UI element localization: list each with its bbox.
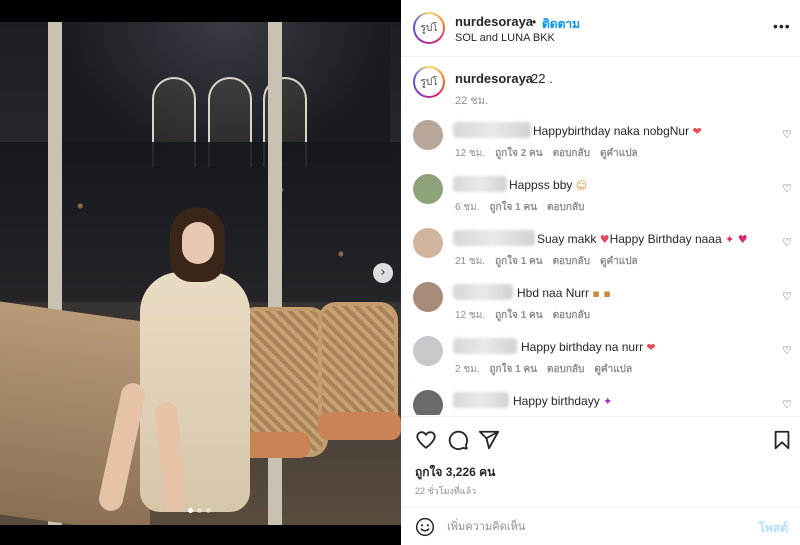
commenter-username-blurred[interactable] [453, 338, 517, 354]
save-bookmark-icon[interactable] [771, 429, 793, 451]
comment-text: Happybirthday naka nobgNur ❤ [533, 124, 702, 138]
post-photo-panel: › [0, 0, 401, 545]
photo-woman-face [182, 222, 214, 264]
like-heart-icon[interactable] [415, 429, 437, 451]
translate-button[interactable]: ดูคำแปล [594, 362, 632, 377]
more-options-icon[interactable]: ••• [773, 18, 791, 34]
reply-button[interactable]: ตอบกลับ [547, 362, 584, 377]
comment-like-heart-icon[interactable]: ♡ [782, 128, 792, 141]
comment-time[interactable]: 6 ชม. [455, 200, 480, 215]
caption-username[interactable]: nurdesoraya [455, 71, 533, 86]
author-username[interactable]: nurdesoraya [455, 14, 533, 29]
heart-emoji-icon: ❤ [646, 341, 656, 354]
comment-meta: 12 ชม. ถูกใจ 2 คน ตอบกลับ ดูคำแปล [455, 146, 638, 161]
comment-item: Happy birthdayy ✦ ♡ [401, 384, 800, 415]
commenter-avatar[interactable] [413, 228, 443, 258]
carousel-dot-active [188, 508, 193, 513]
comment-time[interactable]: 12 ชม. [455, 308, 485, 323]
cake-emoji-icon: ▪ ▪ [592, 287, 611, 300]
comment-likes[interactable]: ถูกใจ 1 คน [495, 308, 543, 323]
comment-time[interactable]: 21 ชม. [455, 254, 485, 269]
commenter-username-blurred[interactable] [453, 176, 507, 192]
next-photo-button[interactable]: › [373, 263, 393, 283]
post-location[interactable]: SOL and LUNA BKK [455, 32, 555, 44]
author-avatar[interactable]: รูปโ [413, 12, 445, 44]
instagram-post-view: › รูปโ nurdesoraya • ติดตาม SOL and LUNA… [0, 0, 800, 545]
translate-button[interactable]: ดูคำแปล [600, 254, 638, 269]
photo-woman-dress [140, 272, 250, 512]
comment-likes[interactable]: ถูกใจ 2 คน [495, 146, 543, 161]
caption-avatar-text: รูปโ [415, 68, 443, 96]
header-separator: • [532, 15, 537, 29]
photo-chair-seat [318, 412, 401, 440]
caption-text: 22 . [531, 71, 553, 86]
add-comment-bar: โพสต์ [401, 507, 800, 545]
comment-bubble-icon[interactable] [447, 429, 469, 451]
comment-text: Happss bby ☺ [509, 178, 588, 192]
carousel-dot [197, 508, 202, 513]
likes-count[interactable]: ถูกใจ 3,226 คน [415, 463, 495, 482]
party-emoji-icon: ✦ [603, 395, 613, 408]
heart-eyes-emoji-icon: ♥ [599, 233, 610, 246]
comment-meta: 12 ชม. ถูกใจ 1 คน ตอบกลับ [455, 308, 590, 323]
commenter-username-blurred[interactable] [453, 392, 509, 408]
post-side-panel: รูปโ nurdesoraya • ติดตาม SOL and LUNA B… [401, 0, 800, 545]
comment-like-heart-icon[interactable]: ♡ [782, 182, 792, 195]
commenter-username-blurred[interactable] [453, 122, 531, 138]
comment-input[interactable] [447, 518, 727, 536]
comment-likes[interactable]: ถูกใจ 1 คน [495, 254, 543, 269]
carousel-dots [188, 508, 211, 513]
author-avatar-text: รูปโ [415, 14, 443, 42]
post-comment-button[interactable]: โพสต์ [759, 519, 788, 538]
comment-text: Happy birthdayy ✦ [513, 394, 613, 408]
comment-item: Hbd naa Nurr ▪ ▪ 12 ชม. ถูกใจ 1 คน ตอบกล… [401, 276, 800, 330]
post-timestamp[interactable]: 22 ชั่วโมงที่แล้ว [415, 484, 476, 498]
reply-button[interactable]: ตอบกลับ [553, 254, 590, 269]
comment-time[interactable]: 12 ชม. [455, 146, 485, 161]
comment-like-heart-icon[interactable]: ♡ [782, 236, 792, 249]
commenter-avatar[interactable] [413, 120, 443, 150]
comment-text: Happy birthday na nurr ❤ [521, 340, 656, 354]
caption-time: 22 ชม. [455, 95, 489, 107]
translate-button[interactable]: ดูคำแปล [600, 146, 638, 161]
reply-button[interactable]: ตอบกลับ [547, 200, 584, 215]
emoji-smiley-icon[interactable] [415, 517, 435, 537]
reply-button[interactable]: ตอบกลับ [553, 146, 590, 161]
commenter-username-blurred[interactable] [453, 284, 513, 300]
comment-like-heart-icon[interactable]: ♡ [782, 290, 792, 303]
comment-text: Suay makk ♥Happy Birthday naaa ✦ ♥ [537, 232, 748, 246]
comment-likes[interactable]: ถูกใจ 1 คน [490, 200, 538, 215]
comment-item: Happss bby ☺ 6 ชม. ถูกใจ 1 คน ตอบกลับ ♡ [401, 168, 800, 222]
comments-list[interactable]: Happybirthday naka nobgNur ❤ 12 ชม. ถูกใ… [401, 112, 800, 415]
commenter-avatar[interactable] [413, 282, 443, 312]
reply-button[interactable]: ตอบกลับ [553, 308, 590, 323]
carousel-dot [206, 508, 211, 513]
post-photo[interactable] [0, 22, 401, 525]
share-send-icon[interactable] [478, 429, 500, 451]
commenter-avatar[interactable] [413, 336, 443, 366]
comment-text: Hbd naa Nurr ▪ ▪ [517, 286, 611, 300]
caption-avatar[interactable]: รูปโ [413, 66, 445, 98]
commenter-avatar[interactable] [413, 174, 443, 204]
comment-meta: 2 ชม. ถูกใจ 1 คน ตอบกลับ ดูคำแปล [455, 362, 632, 377]
heart-emoji-icon: ❤ [692, 125, 702, 138]
post-header: รูปโ nurdesoraya • ติดตาม SOL and LUNA B… [401, 0, 800, 57]
comment-time[interactable]: 2 ชม. [455, 362, 480, 377]
commenter-username-blurred[interactable] [453, 230, 535, 246]
comment-like-heart-icon[interactable]: ♡ [782, 398, 792, 411]
comment-meta: 21 ชม. ถูกใจ 1 คน ตอบกลับ ดูคำแปล [455, 254, 638, 269]
commenter-avatar[interactable] [413, 390, 443, 415]
comment-like-heart-icon[interactable]: ♡ [782, 344, 792, 357]
comment-item: Suay makk ♥Happy Birthday naaa ✦ ♥ 21 ชม… [401, 222, 800, 276]
party-heart-emoji-icon: ✦ ♥ [725, 233, 748, 246]
comment-likes[interactable]: ถูกใจ 1 คน [490, 362, 538, 377]
comment-item: Happybirthday naka nobgNur ❤ 12 ชม. ถูกใ… [401, 114, 800, 168]
kiss-emoji-icon: ☺ [575, 179, 588, 192]
comment-item: Happy birthday na nurr ❤ 2 ชม. ถูกใจ 1 ค… [401, 330, 800, 384]
comment-meta: 6 ชม. ถูกใจ 1 คน ตอบกลับ [455, 200, 584, 215]
